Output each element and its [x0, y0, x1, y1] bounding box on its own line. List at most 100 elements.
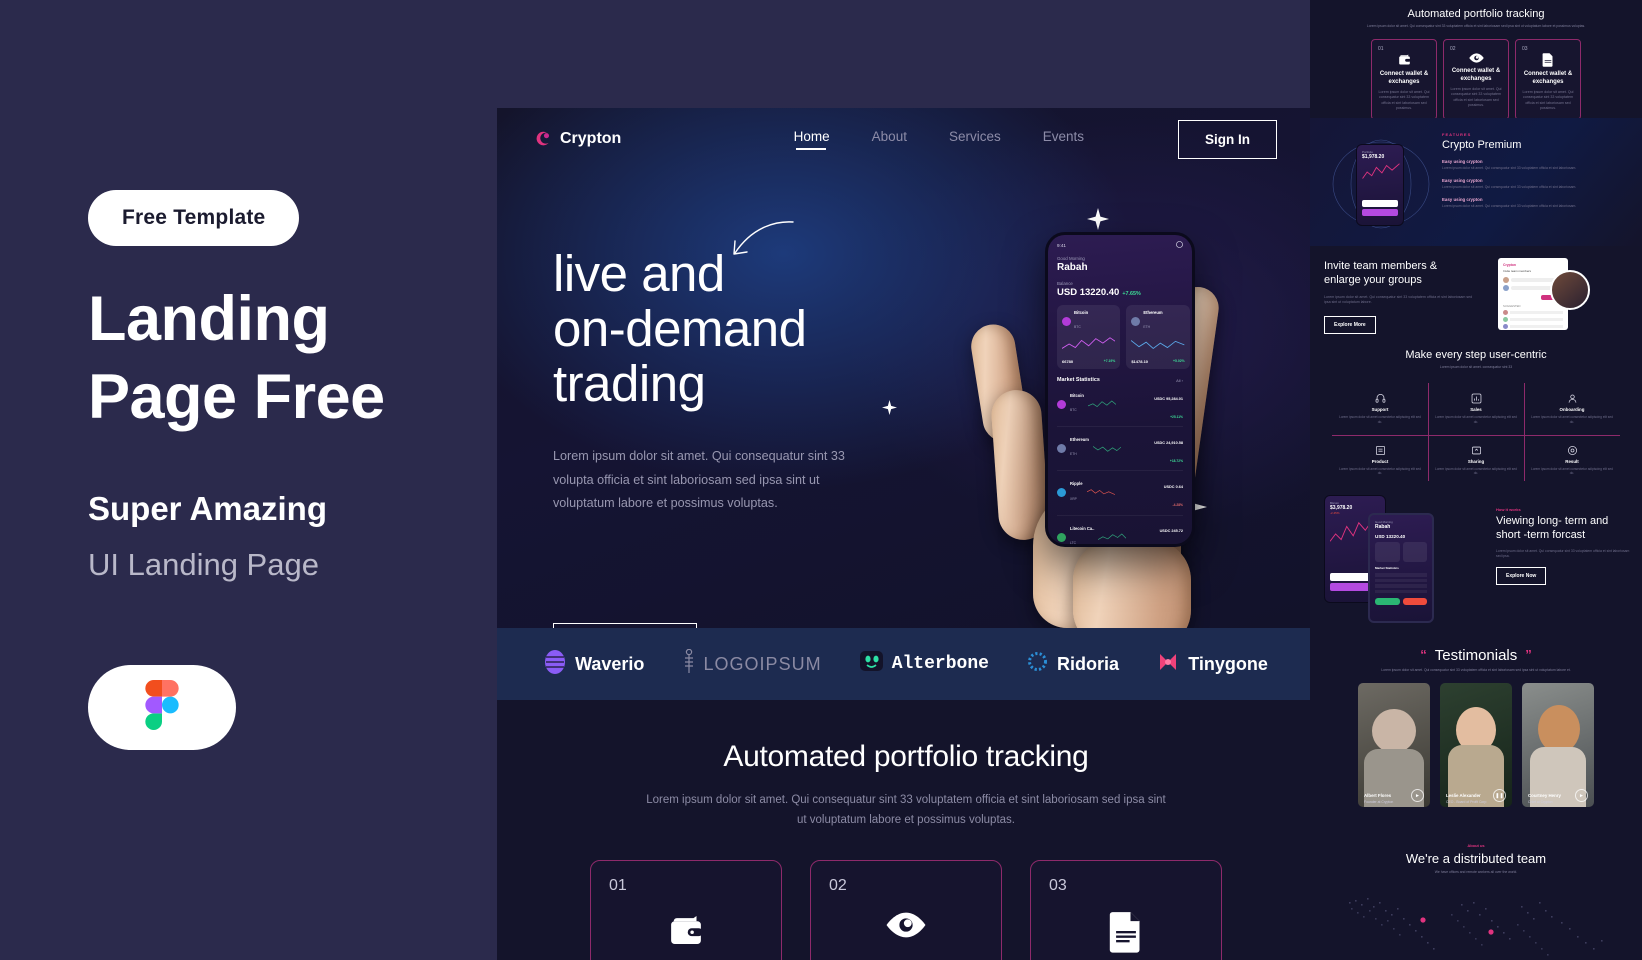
- page-title: Landing Page Free: [88, 284, 385, 433]
- sign-in-button[interactable]: Sign In: [1178, 119, 1277, 159]
- document-icon: [1108, 909, 1144, 958]
- coin-change: -4.28%: [1172, 502, 1183, 507]
- testimonial-card[interactable]: Leslie Alexander CEO - Board of Profit C…: [1440, 683, 1512, 808]
- nav-item-events[interactable]: Events: [1043, 129, 1084, 150]
- grid-item-sharing[interactable]: Sharing Lorem ipsum dolor sit amet conse…: [1428, 435, 1524, 487]
- logo-ridoria[interactable]: Ridoria: [1027, 651, 1119, 677]
- preview-card[interactable]: 01 Connect wallet & exchanges Lorem ipsu…: [1371, 39, 1437, 120]
- market-all-link[interactable]: All ›: [1176, 378, 1183, 383]
- nav-links: Home About Services Events Sign In: [794, 119, 1277, 159]
- ethereum-icon: [1131, 317, 1141, 326]
- coin-symbol: BTC: [1070, 408, 1077, 413]
- testimonial-card[interactable]: Albert Flores Founder at Crypton ►: [1358, 683, 1430, 808]
- card-number: 03: [1049, 877, 1067, 895]
- preview-card[interactable]: 03 Connect wallet & exchanges Lorem ipsu…: [1515, 39, 1581, 120]
- coin-name: Litecoin Ca..: [1070, 525, 1095, 531]
- market-row[interactable]: Ripple XRP USDC 0.64 -4.28%: [1057, 471, 1183, 516]
- item-text: Lorem ipsum dolor sit amet. Qui consequa…: [1442, 166, 1577, 170]
- features-section: Automated portfolio tracking Lorem ipsum…: [497, 700, 1315, 960]
- coin-sparkline: [1061, 337, 1116, 349]
- market-row[interactable]: Litecoin Ca.. LTC USDC 245.72 +11.30%: [1057, 516, 1183, 544]
- feature-card-03[interactable]: 03: [1030, 860, 1222, 960]
- row-sparkline: [1092, 446, 1121, 453]
- preview-section-testimonials: “ Testimonials ” Lorem ipsum dolor sit a…: [1310, 633, 1642, 831]
- explore-now-button[interactable]: Explore Now: [1496, 567, 1547, 586]
- preview-section-usercentric: Make every step user-centric Lorem ipsum…: [1310, 341, 1642, 487]
- preview-section-team: About us We're a distributed team We hav…: [1310, 831, 1642, 960]
- logo-label: Alterbone: [891, 654, 989, 674]
- hero-paragraph: Lorem ipsum dolor sit amet. Qui consequa…: [553, 449, 845, 510]
- phone-mockup: 9:41 Good Morning Rabah Balance USD 1322…: [1045, 232, 1195, 547]
- brand-logo[interactable]: Crypton: [535, 130, 621, 148]
- item-title: Easy using crypton: [1442, 197, 1483, 203]
- coin-name: Ethereum: [1070, 437, 1089, 443]
- testimonial-card[interactable]: Courtney Henry Chief at Crypton ►: [1522, 683, 1594, 808]
- coin-symbol: ETH: [1143, 325, 1151, 329]
- coin-change: +7.19%: [1103, 359, 1116, 363]
- phone-time: 9:41: [1057, 242, 1066, 248]
- coin-card[interactable]: Bitcoin BTC 66780 +7.19%: [1057, 305, 1121, 369]
- coin-card[interactable]: Ethereum ETH $1478.10 +5.02%: [1126, 305, 1190, 369]
- hero-heading: live and on-demand trading: [553, 245, 807, 413]
- coin-name: Ethereum: [1143, 310, 1163, 315]
- nav-item-services[interactable]: Services: [949, 129, 1001, 150]
- quote-close-icon: ”: [1525, 647, 1532, 662]
- phone-greeting: Good Morning: [1057, 256, 1085, 261]
- feature-card-01[interactable]: 01: [590, 860, 782, 960]
- card-number: 02: [829, 877, 847, 895]
- coin-change: +25.11%: [1170, 414, 1183, 419]
- person-role: Chief at Crypton: [1528, 800, 1553, 805]
- grid-divider-horizontal: [1332, 434, 1620, 436]
- tinygone-icon: [1157, 651, 1179, 678]
- feature-card-02[interactable]: 02: [810, 860, 1002, 960]
- grid-item-product[interactable]: Product Lorem ipsum dolor sit amet conse…: [1332, 435, 1428, 487]
- preview-card[interactable]: 02 Connect wallet & exchanges Lorem ipsu…: [1443, 39, 1509, 120]
- crypton-logo-icon: [535, 131, 552, 148]
- item-text: Lorem ipsum dolor sit amet. Qui consequa…: [1442, 185, 1577, 190]
- market-row[interactable]: Ethereum ETH USDC 24,910.58 +18.72%: [1057, 427, 1183, 472]
- preview-subtitle: Lorem ipsum dolor sit amet. Qui consequa…: [1366, 24, 1586, 28]
- pause-icon[interactable]: ❚❚: [1493, 789, 1506, 803]
- premium-title: Crypto Premium: [1442, 139, 1522, 151]
- coin-symbol: BTC: [1074, 325, 1081, 329]
- figma-badge[interactable]: [88, 665, 236, 750]
- phone-balance-change: +7.65%: [1122, 291, 1141, 297]
- logo-logoipsum[interactable]: LOGOIPSUM: [683, 648, 822, 680]
- phone-notch: [1074, 242, 1168, 249]
- grid-item-sales[interactable]: Sales Lorem ipsum dolor sit amet consect…: [1428, 383, 1524, 435]
- grid-item-support[interactable]: Support Lorem ipsum dolor sit amet conse…: [1332, 383, 1428, 435]
- play-icon[interactable]: ►: [1575, 789, 1588, 803]
- coin-name: Bitcoin: [1074, 310, 1089, 315]
- coin-change: +18.72%: [1169, 458, 1183, 463]
- nav-item-about[interactable]: About: [872, 129, 907, 150]
- forecast-eyebrow: How it works: [1496, 507, 1521, 512]
- logo-waverio[interactable]: Waverio: [544, 649, 644, 680]
- grid-item-result[interactable]: Result Lorem ipsum dolor sit amet consec…: [1524, 435, 1620, 487]
- nav-item-home[interactable]: Home: [794, 129, 830, 150]
- premium-item: Easy using crypton Lorem ipsum dolor sit…: [1442, 159, 1632, 171]
- phone-avatar: [1176, 241, 1183, 249]
- navbar: Crypton Home About Services Events Sign …: [497, 108, 1315, 170]
- invite-title: Invite team members & enlarge your group…: [1324, 260, 1438, 286]
- forecast-title: Viewing long- term and short -term forca…: [1496, 515, 1609, 541]
- coin-change: +5.02%: [1173, 359, 1185, 363]
- phone-username: Rabah: [1057, 262, 1088, 273]
- logo-alterbone[interactable]: Alterbone: [859, 651, 989, 677]
- explore-more-button[interactable]: Explore More: [1324, 315, 1376, 334]
- person-name: Albert Flores: [1364, 793, 1392, 799]
- hand-phone-illustration: 9:41 Good Morning Rabah Balance USD 1322…: [925, 170, 1295, 650]
- logo-tinygone[interactable]: Tinygone: [1157, 651, 1268, 678]
- card-number: 01: [609, 877, 627, 895]
- forecast-phones: Bitcoin $3,978.20 -2.45% Good Morning Ra…: [1324, 495, 1484, 623]
- grid-item-onboarding[interactable]: Onboarding Lorem ipsum dolor sit amet co…: [1524, 383, 1620, 435]
- coin-symbol: XRP: [1070, 496, 1077, 501]
- testimonials-subtitle: Lorem ipsum dolor sit amet. Qui consequa…: [1381, 668, 1571, 672]
- row-sparkline: [1086, 489, 1115, 496]
- market-row[interactable]: Bitcoin BTC USDC 95,284.01 +25.11%: [1057, 383, 1183, 428]
- premium-item: Easy using crypton Lorem ipsum dolor sit…: [1442, 197, 1632, 209]
- preview-title: Automated portfolio tracking: [1407, 8, 1545, 20]
- alterbone-icon: [859, 651, 883, 677]
- item-title: Easy using crypton: [1442, 159, 1483, 164]
- person-role: CEO - Board of Profit Corp: [1446, 800, 1487, 805]
- phone-balance-value: USD 13220.40: [1057, 287, 1120, 298]
